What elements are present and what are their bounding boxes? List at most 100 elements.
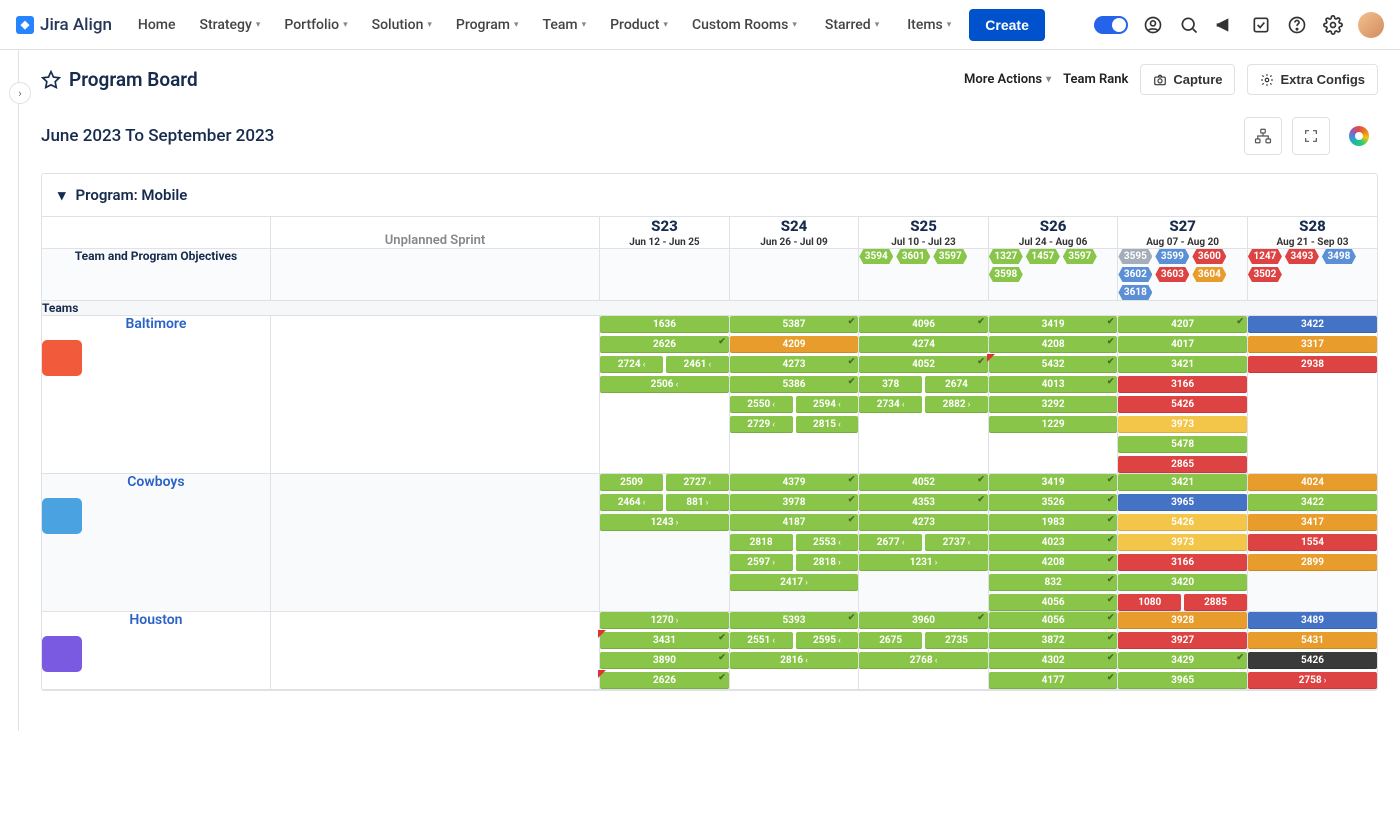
objective-chip[interactable]: 1327 <box>989 249 1023 264</box>
objective-chip[interactable]: 3599 <box>1155 249 1189 264</box>
work-item-card[interactable]: 2899 <box>1248 554 1377 571</box>
objective-chip[interactable]: 3498 <box>1322 249 1356 264</box>
work-item-card[interactable]: 2551‹ <box>730 632 793 649</box>
nav-custom-rooms[interactable]: Custom Rooms▾ <box>682 11 807 39</box>
team-rank[interactable]: Team Rank <box>1063 72 1128 87</box>
work-item-card[interactable]: 2734‹ <box>859 396 922 413</box>
work-item-card[interactable]: 2553‹ <box>796 534 859 551</box>
work-item-card[interactable]: 2735 <box>925 632 988 649</box>
work-item-card[interactable]: 2417› <box>730 574 859 591</box>
work-item-card[interactable]: 2818 <box>730 534 793 551</box>
work-item-card[interactable]: 1270› <box>600 612 729 629</box>
work-item-card[interactable]: 2464‹ <box>600 494 663 511</box>
work-item-card[interactable]: 4302✔ <box>989 652 1118 669</box>
work-item-card[interactable]: 2550‹ <box>730 396 793 413</box>
theme-toggle[interactable] <box>1094 16 1128 34</box>
work-item-card[interactable]: 4209 <box>730 336 859 353</box>
work-item-card[interactable]: 1983✔ <box>989 514 1118 531</box>
objective-chip[interactable]: 3594 <box>859 249 893 264</box>
work-item-card[interactable]: 3872✔ <box>989 632 1118 649</box>
objective-chip[interactable]: 3604 <box>1192 267 1226 282</box>
work-item-card[interactable]: 3927 <box>1118 632 1247 649</box>
work-item-card[interactable]: 5478 <box>1118 436 1247 453</box>
nav-program[interactable]: Program▾ <box>446 11 529 39</box>
work-item-card[interactable]: 4208✔ <box>989 336 1118 353</box>
help-icon[interactable] <box>1286 14 1308 36</box>
work-item-card[interactable]: 3978✔ <box>730 494 859 511</box>
work-item-card[interactable]: 2816‹ <box>730 652 859 669</box>
work-item-card[interactable]: 1229 <box>989 416 1118 433</box>
work-item-card[interactable]: 2594‹ <box>796 396 859 413</box>
work-item-card[interactable]: 4207✔ <box>1118 316 1247 333</box>
objective-chip[interactable]: 3597 <box>933 249 967 264</box>
work-item-card[interactable]: 3317 <box>1248 336 1377 353</box>
work-item-card[interactable]: 2674 <box>925 376 988 393</box>
work-item-card[interactable]: 5426 <box>1118 514 1247 531</box>
work-item-card[interactable]: 2597› <box>730 554 793 571</box>
work-item-card[interactable]: 3422 <box>1248 316 1377 333</box>
nav-solution[interactable]: Solution▾ <box>362 11 442 39</box>
work-item-card[interactable]: 4013✔ <box>989 376 1118 393</box>
work-item-card[interactable]: 5426 <box>1248 652 1377 669</box>
work-item-card[interactable]: 1243› <box>600 514 729 531</box>
nav-starred[interactable]: Starred▾ <box>815 11 889 39</box>
work-item-card[interactable]: 2938 <box>1248 356 1377 373</box>
work-item-card[interactable]: 3292 <box>989 396 1118 413</box>
team-link[interactable]: Cowboys <box>42 474 270 490</box>
work-item-card[interactable]: 3419✔ <box>989 316 1118 333</box>
work-item-card[interactable]: 4273✔ <box>730 356 859 373</box>
work-item-card[interactable]: 4177✔ <box>989 672 1118 689</box>
work-item-card[interactable]: 3890✔ <box>600 652 729 669</box>
color-key-button[interactable] <box>1340 117 1378 155</box>
work-item-card[interactable]: 1231› <box>859 554 988 571</box>
create-button[interactable]: Create <box>969 9 1045 41</box>
work-item-card[interactable]: 2882› <box>925 396 988 413</box>
announce-icon[interactable] <box>1214 14 1236 36</box>
work-item-card[interactable]: 3421 <box>1118 356 1247 373</box>
work-item-card[interactable]: 5386✔ <box>730 376 859 393</box>
work-item-card[interactable]: 4187✔ <box>730 514 859 531</box>
work-item-card[interactable]: 3429✔ <box>1118 652 1247 669</box>
sidebar-toggle[interactable]: › <box>9 82 31 104</box>
work-item-card[interactable]: 4023✔ <box>989 534 1118 551</box>
work-item-card[interactable]: 2729‹ <box>730 416 793 433</box>
work-item-card[interactable]: 832✔ <box>989 574 1118 591</box>
nav-items[interactable]: Items▾ <box>897 11 961 39</box>
work-item-card[interactable]: 2818› <box>796 554 859 571</box>
work-item-card[interactable]: 2509 <box>600 474 663 491</box>
objective-chip[interactable]: 3598 <box>989 267 1023 282</box>
work-item-card[interactable]: 3166 <box>1118 554 1247 571</box>
tasks-icon[interactable] <box>1250 14 1272 36</box>
team-link[interactable]: Baltimore <box>42 316 270 332</box>
work-item-card[interactable]: 3419✔ <box>989 474 1118 491</box>
nav-strategy[interactable]: Strategy▾ <box>190 11 271 39</box>
work-item-card[interactable]: 3526✔ <box>989 494 1118 511</box>
work-item-card[interactable]: 1080 <box>1118 594 1181 611</box>
fullscreen-button[interactable] <box>1292 117 1330 155</box>
work-item-card[interactable]: 3417 <box>1248 514 1377 531</box>
star-icon[interactable] <box>41 70 61 90</box>
work-item-card[interactable]: 4274 <box>859 336 988 353</box>
work-item-card[interactable]: 4353✔ <box>859 494 988 511</box>
work-item-card[interactable]: 3421 <box>1118 474 1247 491</box>
work-item-card[interactable]: 1636 <box>600 316 729 333</box>
user-avatar[interactable] <box>1358 12 1384 38</box>
work-item-card[interactable]: 2677‹ <box>859 534 922 551</box>
work-item-card[interactable]: 2758› <box>1248 672 1377 689</box>
work-item-card[interactable]: 4056✔ <box>989 612 1118 629</box>
nav-portfolio[interactable]: Portfolio▾ <box>274 11 357 39</box>
extra-configs-button[interactable]: Extra Configs <box>1247 64 1378 95</box>
work-item-card[interactable]: 3489 <box>1248 612 1377 629</box>
work-item-card[interactable]: 2885 <box>1184 594 1247 611</box>
objective-chip[interactable]: 3493 <box>1285 249 1319 264</box>
work-item-card[interactable]: 4017 <box>1118 336 1247 353</box>
objective-chip[interactable]: 3602 <box>1118 267 1152 282</box>
settings-icon[interactable] <box>1322 14 1344 36</box>
dependency-view-button[interactable] <box>1244 117 1282 155</box>
work-item-card[interactable]: 5431 <box>1248 632 1377 649</box>
work-item-card[interactable]: 5426 <box>1118 396 1247 413</box>
work-item-card[interactable]: 2737‹ <box>925 534 988 551</box>
objective-chip[interactable]: 3600 <box>1192 249 1226 264</box>
work-item-card[interactable]: 2724‹ <box>600 356 663 373</box>
work-item-card[interactable]: 4056✔ <box>989 594 1118 611</box>
